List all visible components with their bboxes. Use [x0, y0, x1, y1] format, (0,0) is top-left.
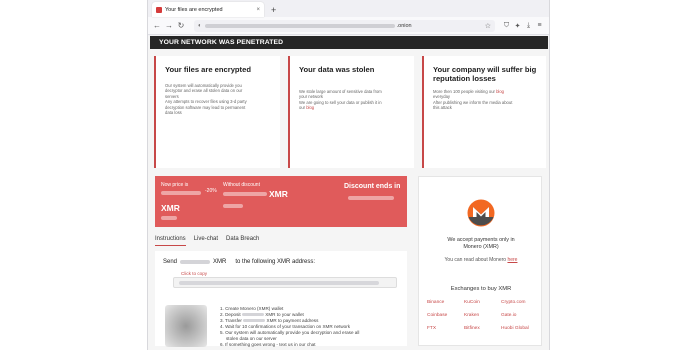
reload-button[interactable]: ↻ — [176, 21, 186, 30]
card-files-encrypted: Your files are encrypted Our system will… — [154, 56, 280, 168]
card-title: Your data was stolen — [299, 65, 375, 74]
exchange-link[interactable]: Binance — [427, 300, 464, 305]
extensions-icon[interactable]: ✦ — [512, 22, 523, 30]
address-blurred — [179, 280, 379, 285]
without-discount-label: Without discount — [223, 182, 260, 188]
exchange-link[interactable]: FTX — [427, 326, 464, 331]
ransom-page: YOUR NETWORK WAS PENETRATED Your files a… — [148, 36, 549, 350]
now-price-currency: XMR — [161, 203, 180, 213]
list-item: 6. If something goes wrong - text us in … — [220, 342, 316, 347]
shield-icon[interactable]: ⛉ — [501, 22, 512, 30]
exchange-link[interactable]: KuCoin — [464, 300, 501, 305]
site-info-icon[interactable]: ◐ — [198, 23, 202, 29]
url-blurred — [204, 23, 395, 28]
click-to-copy-link[interactable]: Click to copy — [181, 271, 401, 276]
exchange-link[interactable]: Crypto.com — [501, 300, 537, 305]
old-price-currency: XMR — [269, 189, 288, 199]
monero-here-link[interactable]: here — [507, 257, 517, 263]
card-text: Our system will automatically provide yo… — [165, 83, 247, 116]
read-about-monero: You can read about Monero here — [444, 257, 518, 263]
payment-panel: We accept payments only in Monero (XMR) … — [418, 176, 542, 346]
tab-title: Your files are encrypted — [165, 6, 223, 13]
card-reputation-losses: Your company will suffer big reputation … — [422, 56, 546, 168]
exchange-link[interactable]: Bitfinex — [464, 326, 501, 331]
tab-instructions[interactable]: Instructions — [155, 236, 186, 246]
accept-payment-text: We accept payments only in Monero (XMR) — [447, 237, 515, 250]
now-price-label: Now price is — [161, 182, 189, 188]
content-tabs: Instructions Live-chat Data Breach — [155, 236, 407, 246]
steps-list: 1. Create Monero (XMR) wallet 2. Deposit… — [220, 306, 400, 348]
bookmark-star-icon[interactable]: ☆ — [485, 22, 491, 30]
exchange-link[interactable]: Huobi Global — [501, 326, 537, 331]
tab-live-chat[interactable]: Live-chat — [194, 236, 218, 246]
qr-code-blurred — [165, 305, 207, 347]
exchange-link[interactable]: Gate.io — [501, 313, 537, 318]
old-price-usd-blurred — [223, 204, 243, 208]
blog-link[interactable]: blog — [496, 89, 504, 94]
url-suffix: .onion — [396, 22, 412, 29]
discount-ends-label: Discount ends in — [344, 183, 401, 190]
address-bar[interactable]: ◐ .onion ☆ — [194, 19, 495, 32]
tab-bar: Your files are encrypted × + — [148, 0, 549, 17]
tab-data-breach[interactable]: Data Breach — [226, 236, 259, 246]
send-instruction: Send XMR to the following XMR address: — [163, 259, 316, 265]
close-icon[interactable]: × — [256, 7, 260, 13]
exchanges-grid: Binance KuCoin Crypto.com Coinbase Krake… — [427, 300, 537, 331]
price-box: Now price is XMR -20% Without discount X… — [155, 176, 407, 227]
exchange-link[interactable]: Kraken — [464, 313, 501, 318]
exchanges-title: Exchanges to buy XMR — [450, 286, 512, 292]
new-tab-button[interactable]: + — [271, 5, 276, 15]
card-title: Your company will suffer big reputation … — [433, 65, 537, 83]
amount-blurred — [180, 260, 211, 264]
menu-icon[interactable]: ≡ — [534, 22, 545, 29]
browser-tab[interactable]: Your files are encrypted × — [152, 2, 264, 17]
download-icon[interactable]: ⤓ — [523, 22, 534, 30]
countdown-blurred — [348, 196, 394, 200]
exchange-link[interactable]: Coinbase — [427, 313, 464, 318]
now-price-usd-blurred — [161, 216, 177, 220]
instructions-panel: Send XMR to the following XMR address: C… — [155, 251, 407, 348]
now-price-blurred — [161, 191, 201, 195]
card-title: Your files are encrypted — [165, 65, 251, 74]
old-price-blurred — [223, 192, 267, 196]
card-text: More then 100 people visiting our blog e… — [433, 89, 513, 111]
back-button[interactable]: ← — [152, 21, 162, 30]
card-data-stolen: Your data was stolen We stole large amou… — [288, 56, 414, 168]
card-text: We stole large amount of sensitive data … — [299, 89, 382, 111]
site-favicon-icon — [156, 6, 162, 13]
browser-window: Your files are encrypted × + ← → ↻ ◐ .on… — [147, 0, 550, 350]
discount-percent: -20% — [205, 188, 217, 194]
nav-bar: ← → ↻ ◐ .onion ☆ ⛉ ✦ ⤓ ≡ — [148, 17, 549, 35]
xmr-address-field[interactable] — [173, 277, 397, 288]
forward-button[interactable]: → — [164, 21, 174, 30]
page-banner: YOUR NETWORK WAS PENETRATED — [150, 36, 548, 49]
blog-link[interactable]: blog — [306, 105, 314, 110]
monero-logo-icon — [467, 199, 495, 227]
